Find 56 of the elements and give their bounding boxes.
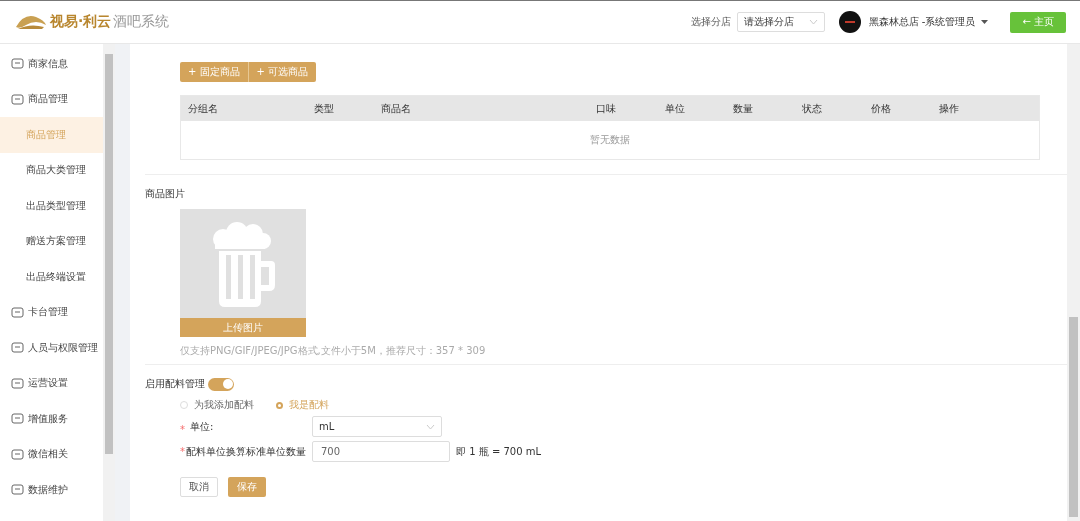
- menu-item-icon: [11, 92, 24, 106]
- logo-brand: 视易·利云: [50, 13, 112, 31]
- section-title: 商品图片: [145, 187, 186, 201]
- avatar-icon[interactable]: [838, 11, 861, 33]
- column-header: 状态: [801, 101, 824, 116]
- field-label: 配料单位换算标准单位数量: [186, 444, 306, 459]
- menu-item-icon: [11, 376, 24, 390]
- column-header: 口味: [594, 101, 617, 116]
- column-header: 分组名: [187, 101, 219, 116]
- sidebar-item[interactable]: 数据维护: [0, 472, 103, 508]
- radio-option[interactable]: 为我添加配料: [180, 398, 254, 412]
- chevron-down-icon: [808, 19, 818, 25]
- toggle-label: 启用配料管理: [145, 377, 205, 391]
- column-header: 商品名: [379, 101, 412, 116]
- toggle-switch[interactable]: [208, 377, 234, 391]
- menu-item-icon: [11, 341, 24, 355]
- sidebar-subitem[interactable]: 出品类型管理: [0, 188, 103, 224]
- required-mark: *: [180, 446, 185, 457]
- menu-item-icon: [11, 447, 24, 461]
- menu-item-icon: [11, 57, 24, 71]
- menu-item-icon: [11, 412, 24, 426]
- logo-icon: [14, 13, 48, 31]
- field-label: 单位:: [190, 419, 214, 434]
- sidebar-item[interactable]: 商家信息: [0, 46, 103, 82]
- unit-select[interactable]: mL: [312, 416, 442, 437]
- logo-product: 酒吧系统: [113, 13, 170, 31]
- menu-item-icon: [11, 483, 24, 497]
- sidebar-item[interactable]: 商品管理: [0, 81, 103, 117]
- column-header: 操作: [938, 101, 961, 116]
- quantity-input[interactable]: 700: [312, 441, 450, 462]
- beer-mug-icon: [211, 220, 275, 307]
- menu-item-icon: [11, 305, 24, 319]
- column-header: 价格: [870, 101, 893, 116]
- page-scrollbar[interactable]: [1067, 44, 1080, 521]
- sidebar-item[interactable]: 运营设置: [0, 365, 103, 401]
- conversion-note: 即 1 瓶 = 700 mL: [456, 444, 542, 459]
- sidebar-subitem[interactable]: 出品终端设置: [0, 259, 103, 295]
- sidebar-subitem[interactable]: 商品大类管理: [0, 152, 103, 188]
- sidebar-item[interactable]: 卡台管理: [0, 294, 103, 330]
- required-mark: *: [180, 423, 185, 435]
- branch-label: 选择分店: [690, 15, 731, 29]
- column-header: 类型: [312, 101, 335, 116]
- upload-hint: 仅支持PNG/GIF/JPEG/JPG格式,文件小于5M，推荐尺寸：357 * 309: [180, 344, 487, 358]
- chevron-down-icon: [426, 423, 435, 430]
- user-menu[interactable]: 黑森林总店 -系统管理员: [868, 15, 976, 29]
- sidebar-scrollbar[interactable]: [103, 44, 115, 521]
- sidebar-subitem[interactable]: 赠送方案管理: [0, 223, 103, 259]
- sidebar-item[interactable]: 微信相关: [0, 436, 103, 472]
- column-header: 数量: [732, 101, 755, 116]
- sidebar-item[interactable]: 增值服务: [0, 401, 103, 437]
- column-header: 单位: [664, 101, 687, 116]
- branch-select[interactable]: 请选择分店: [736, 12, 825, 32]
- caret-icon[interactable]: [981, 20, 989, 24]
- cancel-button[interactable]: 取消: [180, 477, 218, 497]
- empty-message: 暂无数据: [590, 133, 630, 147]
- sidebar-item[interactable]: 人员与权限管理: [0, 330, 103, 366]
